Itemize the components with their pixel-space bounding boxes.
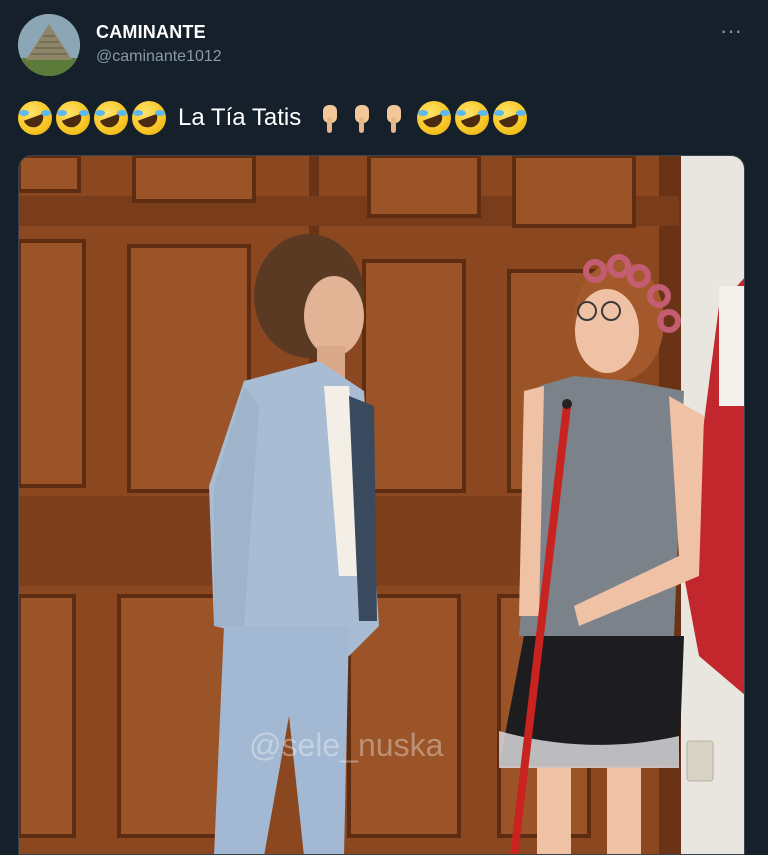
ellipsis-icon[interactable]: ··· [718,20,744,42]
rolling-on-floor-laughing-icon [132,101,166,135]
user-handle[interactable]: @caminante1012 [96,48,222,66]
photo-scene: @sele_nuska [19,156,744,854]
rolling-on-floor-laughing-icon [56,101,90,135]
rolling-on-floor-laughing-icon [94,101,128,135]
pointing-down-icon [379,101,407,135]
pointing-down-icon [347,101,375,135]
watermark-text: @sele_nuska [249,727,444,763]
pyramid-photo-avatar-icon [18,14,80,76]
rolling-on-floor-laughing-icon [455,101,490,135]
tweet-text: La Tía Tatis [18,98,748,138]
avatar[interactable] [18,14,80,76]
tweet-body: La Tía Tatis [178,104,302,131]
tweet-header: CAMINANTE @caminante1012 ··· [16,14,752,80]
rolling-on-floor-laughing-icon [417,101,452,135]
tweet-photo[interactable]: @sele_nuska [18,155,745,855]
pointing-down-icon [315,101,343,135]
tweet-card: CAMINANTE @caminante1012 ··· La Tía Tati… [0,0,768,855]
display-name[interactable]: CAMINANTE [96,22,222,43]
rolling-on-floor-laughing-icon [18,101,52,135]
rolling-on-floor-laughing-icon [493,101,528,135]
